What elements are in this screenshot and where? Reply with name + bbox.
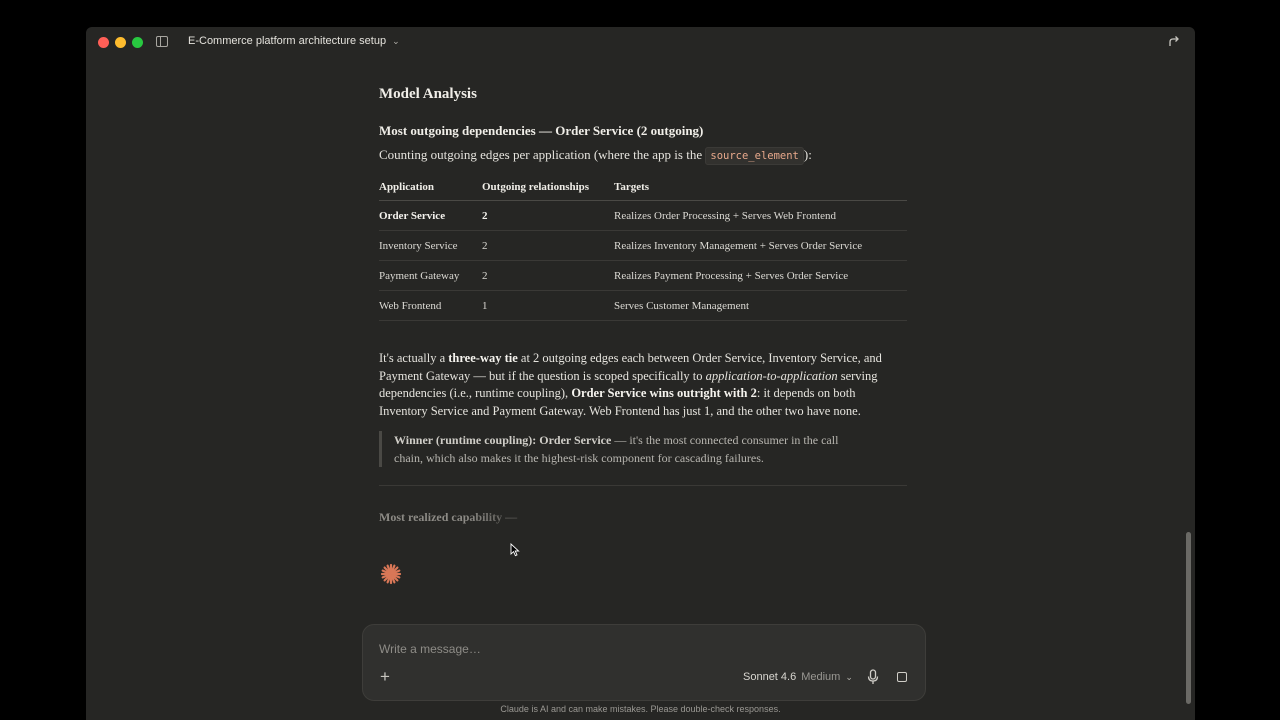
analysis-bold: Order Service wins outright with 2 <box>571 386 757 401</box>
streaming-heading: Most realized capability — <box>379 510 539 525</box>
model-name: Sonnet 4.6 <box>743 671 797 683</box>
analysis-text: It's actually a <box>379 351 449 365</box>
table-header-outgoing: Outgoing relationships <box>482 181 614 201</box>
table-header-targets: Targets <box>614 181 907 201</box>
chevron-down-icon: ⌄ <box>845 671 853 682</box>
quote-bold: Winner (runtime coupling): Order Service <box>394 432 612 447</box>
mouse-cursor-icon <box>510 543 520 557</box>
table-cell-application: Payment Gateway <box>379 260 482 291</box>
stop-icon[interactable] <box>897 672 907 682</box>
model-selector[interactable]: Sonnet 4.6 Medium ⌄ <box>743 671 853 683</box>
close-window-button[interactable] <box>98 37 109 48</box>
table-cell-targets: Realizes Inventory Management + Serves O… <box>614 230 907 261</box>
intro-prefix: Counting outgoing edges per application … <box>379 147 706 162</box>
analysis-paragraph: It's actually a three-way tie at 2 outgo… <box>379 350 899 421</box>
minimize-window-button[interactable] <box>115 37 126 48</box>
conversation-title-menu[interactable]: E-Commerce platform architecture setup ⌄ <box>188 35 400 47</box>
dependencies-table: Application Outgoing relationships Targe… <box>379 181 907 321</box>
disclaimer: Claude is AI and can make mistakes. Plea… <box>500 704 781 714</box>
table-cell-application: Inventory Service <box>379 230 482 261</box>
spark-icon <box>380 563 402 585</box>
scrollbar[interactable] <box>1186 532 1191 704</box>
table-cell-application: Web Frontend <box>379 290 482 321</box>
table-row: Order Service 2 Realizes Order Processin… <box>379 200 907 231</box>
table-header-row: Application Outgoing relationships Targe… <box>379 181 907 201</box>
table-cell-count: 1 <box>482 290 614 321</box>
table-row: Web Frontend 1 Serves Customer Managemen… <box>379 290 907 321</box>
app-window: E-Commerce platform architecture setup ⌄… <box>86 27 1195 720</box>
table-row: Inventory Service 2 Realizes Inventory M… <box>379 230 907 261</box>
maximize-window-button[interactable] <box>132 37 143 48</box>
table-cell-count: 2 <box>482 200 614 231</box>
table-cell-targets: Realizes Payment Processing + Serves Ord… <box>614 260 907 291</box>
share-icon[interactable] <box>1167 34 1181 48</box>
analysis-italic: application-to-application <box>705 368 838 383</box>
assistant-message: Model Analysis Most outgoing dependencie… <box>379 82 909 525</box>
analysis-bold: three-way tie <box>448 351 518 365</box>
table-cell-targets: Realizes Order Processing + Serves Web F… <box>614 200 907 231</box>
section-heading: Model Analysis <box>379 86 477 102</box>
message-input[interactable] <box>377 641 881 657</box>
table-cell-targets: Serves Customer Management <box>614 290 907 321</box>
subsection-heading: Most outgoing dependencies — Order Servi… <box>379 123 704 138</box>
blockquote: Winner (runtime coupling): Order Service… <box>379 430 869 467</box>
intro-paragraph: Counting outgoing edges per application … <box>379 147 909 165</box>
table-header-application: Application <box>379 181 482 201</box>
table-cell-count: 2 <box>482 230 614 261</box>
effort-level: Medium <box>801 671 841 683</box>
table-cell-application: Order Service <box>379 200 482 231</box>
sidebar-toggle-icon[interactable] <box>156 36 168 47</box>
divider <box>379 484 907 486</box>
message-composer: + Sonnet 4.6 Medium ⌄ <box>362 624 926 701</box>
mic-icon[interactable] <box>866 669 880 685</box>
table-row: Payment Gateway 2 Realizes Payment Proce… <box>379 260 907 291</box>
conversation-title: E-Commerce platform architecture setup <box>188 35 387 47</box>
intro-suffix: ): <box>803 147 812 162</box>
plus-icon[interactable]: + <box>380 668 390 685</box>
inline-code: source_element <box>705 147 804 165</box>
chevron-down-icon: ⌄ <box>392 35 400 46</box>
table-cell-count: 2 <box>482 260 614 291</box>
title-bar: E-Commerce platform architecture setup ⌄ <box>86 27 1195 57</box>
